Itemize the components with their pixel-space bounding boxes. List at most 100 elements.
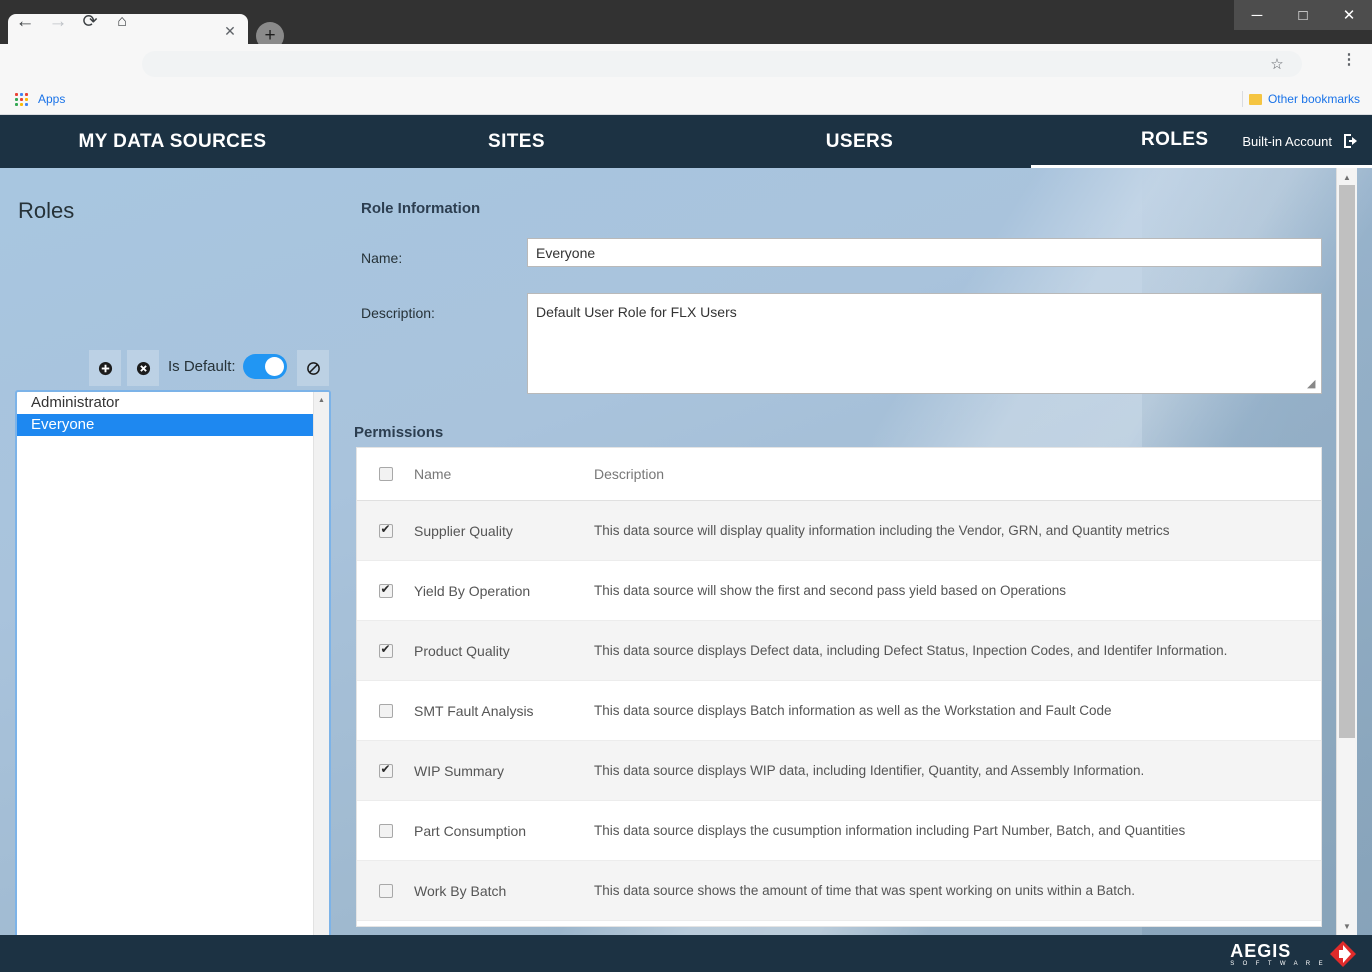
permission-name: Part Consumption xyxy=(414,823,594,839)
row-checkbox-cell[interactable] xyxy=(357,824,414,838)
account-label: Built-in Account xyxy=(1242,134,1332,149)
is-default-label: Is Default: xyxy=(168,358,236,375)
tab-close-icon[interactable]: ✕ xyxy=(222,23,238,39)
ban-circle-icon xyxy=(306,361,321,376)
apps-bookmark-label[interactable]: Apps xyxy=(38,92,65,106)
reload-icon[interactable]: ⟳ xyxy=(78,10,102,34)
row-checkbox[interactable] xyxy=(379,824,393,838)
table-row[interactable]: Yield By Operation This data source will… xyxy=(357,561,1321,621)
aegis-diamond-icon xyxy=(1330,941,1356,967)
table-row[interactable]: Supplier Quality This data source will d… xyxy=(357,501,1321,561)
permission-name: Work By Batch xyxy=(414,883,594,899)
role-description-input[interactable] xyxy=(527,293,1322,394)
forward-arrow-icon[interactable]: → xyxy=(46,10,70,34)
scroll-down-icon[interactable]: ▼ xyxy=(1337,918,1357,934)
nav-tab-users[interactable]: USERS xyxy=(688,115,1031,168)
back-arrow-icon[interactable]: ← xyxy=(13,10,37,34)
table-row[interactable]: Product Quality This data source display… xyxy=(357,621,1321,681)
bookmark-star-icon[interactable]: ☆ xyxy=(1268,56,1286,74)
row-checkbox[interactable] xyxy=(379,644,393,658)
permission-name: Supplier Quality xyxy=(414,523,594,539)
bookmarks-divider xyxy=(1242,91,1243,107)
row-checkbox[interactable] xyxy=(379,584,393,598)
nav-tab-my-data-sources[interactable]: MY DATA SOURCES xyxy=(0,115,345,168)
roles-list-scrollbar[interactable]: ▲ ▼ xyxy=(313,392,329,935)
select-all-checkbox[interactable] xyxy=(379,467,393,481)
column-header-name: Name xyxy=(414,466,594,482)
permission-description: This data source will show the first and… xyxy=(594,583,1321,598)
row-checkbox[interactable] xyxy=(379,884,393,898)
aegis-subtitle: S O F T W A R E xyxy=(1230,960,1326,969)
window-maximize-button[interactable]: □ xyxy=(1280,0,1326,30)
permission-description: This data source displays Batch informat… xyxy=(594,703,1321,718)
permission-description: This data source will display quality in… xyxy=(594,523,1321,538)
nav-tab-sites[interactable]: SITES xyxy=(345,115,688,168)
toggle-knob xyxy=(265,357,284,376)
row-checkbox-cell[interactable] xyxy=(357,764,414,778)
permission-description: This data source displays Defect data, i… xyxy=(594,643,1321,658)
table-row[interactable]: SMT Fault Analysis This data source disp… xyxy=(357,681,1321,741)
row-checkbox-cell[interactable] xyxy=(357,644,414,658)
row-checkbox-cell[interactable] xyxy=(357,584,414,598)
address-bar-input[interactable] xyxy=(142,51,1302,77)
x-circle-icon xyxy=(136,361,151,376)
permission-name: SMT Fault Analysis xyxy=(414,703,594,719)
description-label: Description: xyxy=(361,305,435,321)
add-role-button[interactable] xyxy=(89,350,121,386)
scroll-up-icon[interactable]: ▲ xyxy=(1337,169,1357,185)
bookmarks-bar: Apps Other bookmarks xyxy=(0,84,1372,115)
name-label: Name: xyxy=(361,250,402,266)
logout-icon[interactable] xyxy=(1342,132,1360,150)
window-close-button[interactable]: ✕ xyxy=(1326,0,1372,30)
table-row[interactable]: Work By Batch This data source shows the… xyxy=(357,861,1321,921)
roles-panel-title: Roles xyxy=(18,198,74,224)
roles-list[interactable]: Administrator Everyone ▲ ▼ xyxy=(15,390,331,935)
row-checkbox[interactable] xyxy=(379,524,393,538)
nav-tab-label: USERS xyxy=(826,131,893,153)
window-minimize-button[interactable]: ─ xyxy=(1234,0,1280,30)
other-bookmarks-label: Other bookmarks xyxy=(1268,92,1360,106)
nav-tab-label: ROLES xyxy=(1141,129,1208,151)
table-row[interactable]: WIP Summary This data source displays WI… xyxy=(357,741,1321,801)
home-icon[interactable]: ⌂ xyxy=(110,10,134,34)
main-scrollbar[interactable]: ▲ ▼ xyxy=(1336,168,1357,935)
three-dot-menu-icon[interactable]: ⋮ xyxy=(1340,54,1358,76)
aegis-name: AEGIS xyxy=(1230,942,1291,960)
other-bookmarks-button[interactable]: Other bookmarks xyxy=(1242,91,1360,107)
table-row[interactable]: Part Consumption This data source displa… xyxy=(357,801,1321,861)
plus-circle-icon xyxy=(98,361,113,376)
web-application: MY DATA SOURCES SITES USERS ROLES Built-… xyxy=(0,115,1372,972)
browser-window: ✕ + ─ □ ✕ ← → ⟳ ⌂ ☆ ⋮ Apps Other bookmar… xyxy=(0,0,1372,972)
row-checkbox[interactable] xyxy=(379,764,393,778)
cancel-role-button[interactable] xyxy=(297,350,329,386)
roles-list-item[interactable]: Administrator xyxy=(17,392,329,414)
app-footer: AEGIS S O F T W A R E xyxy=(0,935,1372,972)
select-all-checkbox-cell[interactable] xyxy=(357,467,414,481)
app-body: Roles Is Default: xyxy=(0,168,1372,935)
permissions-table: Name Description Supplier Quality This d… xyxy=(356,447,1322,927)
permission-name: Yield By Operation xyxy=(414,583,594,599)
aegis-wordmark: AEGIS S O F T W A R E xyxy=(1230,942,1326,969)
row-checkbox[interactable] xyxy=(379,704,393,718)
role-detail-content: Role Information Name: Description: ◢ Pe… xyxy=(344,168,1350,935)
is-default-toggle[interactable] xyxy=(243,354,287,379)
browser-titlebar: ✕ + ─ □ ✕ xyxy=(0,0,1372,50)
app-navbar: MY DATA SOURCES SITES USERS ROLES Built-… xyxy=(0,115,1372,168)
scroll-up-icon[interactable]: ▲ xyxy=(314,393,329,408)
row-checkbox-cell[interactable] xyxy=(357,524,414,538)
permission-description: This data source displays WIP data, incl… xyxy=(594,763,1321,778)
column-header-description: Description xyxy=(594,466,1321,482)
textarea-resize-grip[interactable]: ◢ xyxy=(1307,378,1321,392)
role-name-input[interactable] xyxy=(527,238,1322,267)
scrollbar-thumb[interactable] xyxy=(1339,185,1355,738)
row-checkbox-cell[interactable] xyxy=(357,884,414,898)
roles-list-item-selected[interactable]: Everyone xyxy=(17,414,329,436)
permission-description: This data source displays the cusumption… xyxy=(594,823,1321,838)
aegis-logo: AEGIS S O F T W A R E xyxy=(1230,941,1356,969)
row-checkbox-cell[interactable] xyxy=(357,704,414,718)
delete-role-button[interactable] xyxy=(127,350,159,386)
apps-grid-icon[interactable] xyxy=(15,93,29,107)
window-controls: ─ □ ✕ xyxy=(1234,0,1372,30)
permission-description: This data source shows the amount of tim… xyxy=(594,883,1321,898)
permissions-title: Permissions xyxy=(354,424,443,441)
